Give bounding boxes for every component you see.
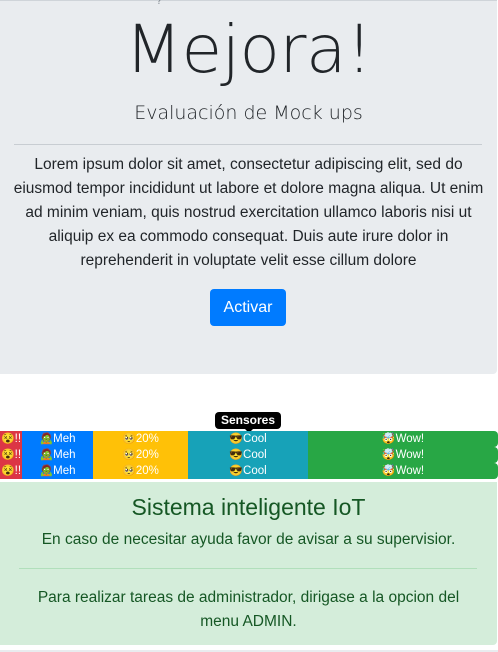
progress-segment-danger: 😵!! (0, 463, 22, 479)
progress-segment-primary: 🧟Meh (22, 463, 93, 479)
top-mark: ? (157, 0, 162, 6)
activate-button[interactable]: Activar (210, 289, 286, 326)
progress-row-1[interactable]: 😵!! 🧟Meh 🥺20% 😎Cool 🤯Wow! (0, 431, 498, 447)
progress-segment-danger: 😵!! (0, 447, 22, 463)
sensor-progress-bars[interactable]: 😵!! 🧟Meh 🥺20% 😎Cool 🤯Wow! 😵!! 🧟Meh 🥺20% … (0, 431, 498, 479)
progress-segment-warning: 🥺20% (93, 463, 188, 479)
progress-segment-info: 😎Cool (188, 463, 308, 479)
progress-segment-warning: 🥺20% (93, 431, 188, 447)
progress-segment-info: 😎Cool (188, 431, 308, 447)
progress-segment-success: 🤯Wow! (308, 447, 498, 463)
page-subtitle: Evaluación de Mock ups (134, 102, 363, 124)
alert-title: Sistema inteligente IoT (131, 494, 366, 520)
progress-segment-warning: 🥺20% (93, 447, 188, 463)
intro-paragraph: Lorem ipsum dolor sit amet, consectetur … (13, 156, 484, 269)
progress-segment-primary: 🧟Meh (22, 447, 93, 463)
sensors-tooltip: Sensores (215, 412, 281, 429)
progress-segment-primary: 🧟Meh (22, 431, 93, 447)
jumbotron: ? Mejora! Evaluación de Mock ups Lorem i… (0, 0, 497, 374)
divider (14, 144, 482, 145)
page-title: Mejora! (125, 11, 372, 88)
jumbotron-top-border (0, 0, 497, 1)
progress-segment-info: 😎Cool (188, 447, 308, 463)
progress-row-2[interactable]: 😵!! 🧟Meh 🥺20% 😎Cool 🤯Wow! (0, 447, 498, 463)
alert-help-text: En caso de necesitar ayuda favor de avis… (41, 531, 456, 548)
progress-row-3[interactable]: 😵!! 🧟Meh 🥺20% 😎Cool 🤯Wow! (0, 463, 498, 479)
alert-admin-text: Para realizar tareas de administrador, d… (37, 589, 460, 630)
alert-divider (19, 568, 477, 569)
progress-segment-success: 🤯Wow! (308, 463, 498, 479)
progress-segment-danger: 😵!! (0, 431, 22, 447)
iot-alert: Sistema inteligente IoT En caso de neces… (0, 482, 497, 645)
progress-segment-success: 🤯Wow! (308, 431, 498, 447)
